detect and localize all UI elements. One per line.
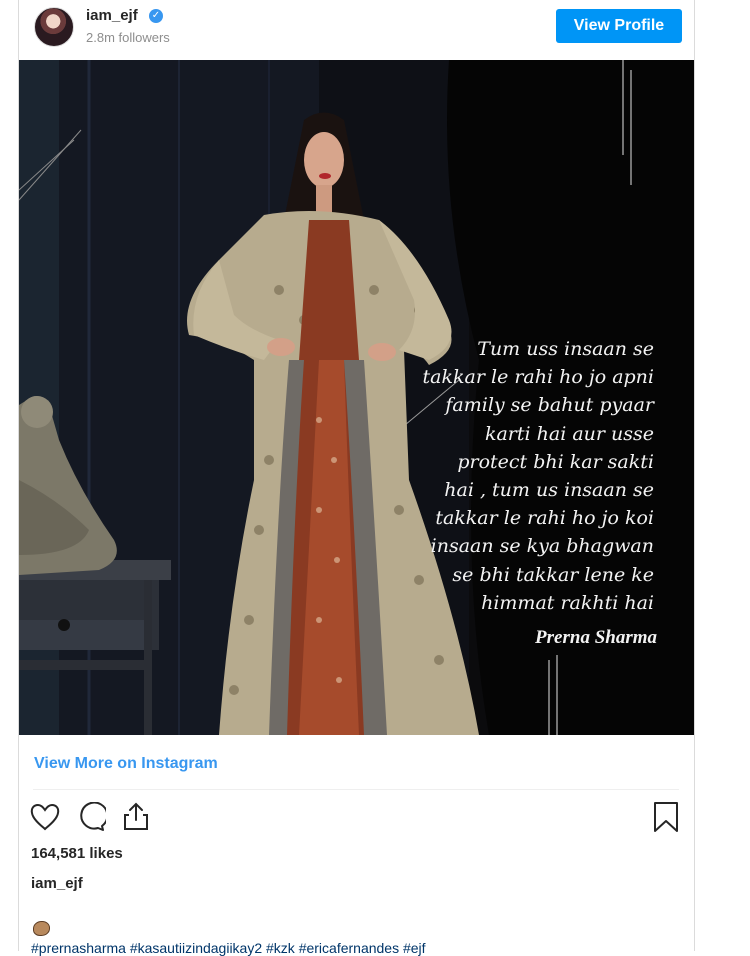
caption-hashtags[interactable]: #prernasharma #kasautiizindagiikay2 #kzk…	[31, 940, 426, 956]
avatar[interactable]	[34, 7, 74, 47]
emoji-icon	[33, 921, 50, 936]
verified-badge-icon: ✓	[149, 9, 163, 23]
quote-text: Tum uss insaan se takkar le rahi ho jo a…	[422, 338, 654, 614]
post-image[interactable]: Tum uss insaan se takkar le rahi ho jo a…	[19, 60, 694, 735]
quote-author: Prerna Sharma	[535, 627, 657, 648]
post-header: iam_ejf ✓ 2.8m followers View Profile	[19, 0, 694, 60]
view-more-on-instagram-link[interactable]: View More on Instagram	[34, 755, 218, 773]
caption-username[interactable]: iam_ejf	[31, 875, 83, 892]
instagram-embed-card: iam_ejf ✓ 2.8m followers View Profile Tu…	[18, 0, 695, 956]
view-profile-button[interactable]: View Profile	[556, 9, 682, 43]
username[interactable]: iam_ejf	[86, 7, 138, 24]
divider	[33, 789, 679, 790]
follower-count: 2.8m followers	[86, 30, 170, 45]
comment-icon[interactable]	[76, 802, 106, 832]
share-icon[interactable]	[121, 801, 151, 831]
heart-icon[interactable]	[30, 803, 60, 831]
bookmark-icon[interactable]	[653, 801, 679, 833]
like-count[interactable]: 164,581 likes	[31, 845, 123, 862]
